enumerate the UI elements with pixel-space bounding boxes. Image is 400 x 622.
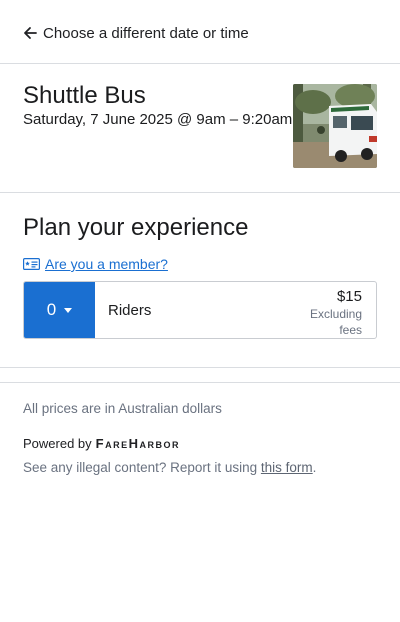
- report-text: See any illegal content? Report it using: [23, 460, 261, 475]
- rate-amount: $15: [336, 288, 362, 305]
- caret-down-icon: [64, 307, 73, 313]
- fareharbor-logo[interactable]: FareHarbor: [96, 436, 180, 451]
- rate-label: Riders: [108, 302, 152, 319]
- report-form-link[interactable]: this form: [261, 460, 313, 475]
- back-to-calendar-link[interactable]: Choose a different date or time: [23, 22, 249, 44]
- report-end: .: [312, 460, 317, 475]
- item-title: Shuttle Bus: [23, 82, 146, 109]
- divider: [0, 382, 400, 383]
- arrow-left-icon: [24, 27, 37, 39]
- member-link[interactable]: Are you a member?: [45, 256, 168, 272]
- currency-note: All prices are in Australian dollars: [23, 401, 222, 416]
- quantity-select[interactable]: 0: [24, 282, 95, 338]
- rate-price: $15 Excluding fees: [310, 288, 362, 337]
- brand-logo-text: FareHarbor: [95, 435, 180, 451]
- member-card-icon: [23, 258, 40, 270]
- rate-note-line2: fees: [339, 323, 362, 337]
- quantity-value: 0: [46, 300, 57, 319]
- powered-by-label: Powered by: [23, 435, 92, 451]
- rate-row: 0 Riders $15 Excluding fees: [23, 281, 377, 339]
- powered-by-row: Powered by FareHarbor: [23, 434, 180, 452]
- rate-note-line1: Excluding: [309, 307, 362, 321]
- divider: [0, 192, 400, 193]
- divider: [0, 63, 400, 64]
- divider: [0, 367, 400, 368]
- section-title: Plan your experience: [23, 214, 249, 241]
- member-link-row[interactable]: Are you a member?: [23, 254, 168, 274]
- item-datetime: Saturday, 7 June 2025 @ 9am – 9:20am: [23, 111, 293, 128]
- back-link-label: Choose a different date or time: [43, 24, 249, 42]
- report-row: See any illegal content? Report it using…: [23, 460, 316, 475]
- item-thumbnail: [293, 84, 377, 168]
